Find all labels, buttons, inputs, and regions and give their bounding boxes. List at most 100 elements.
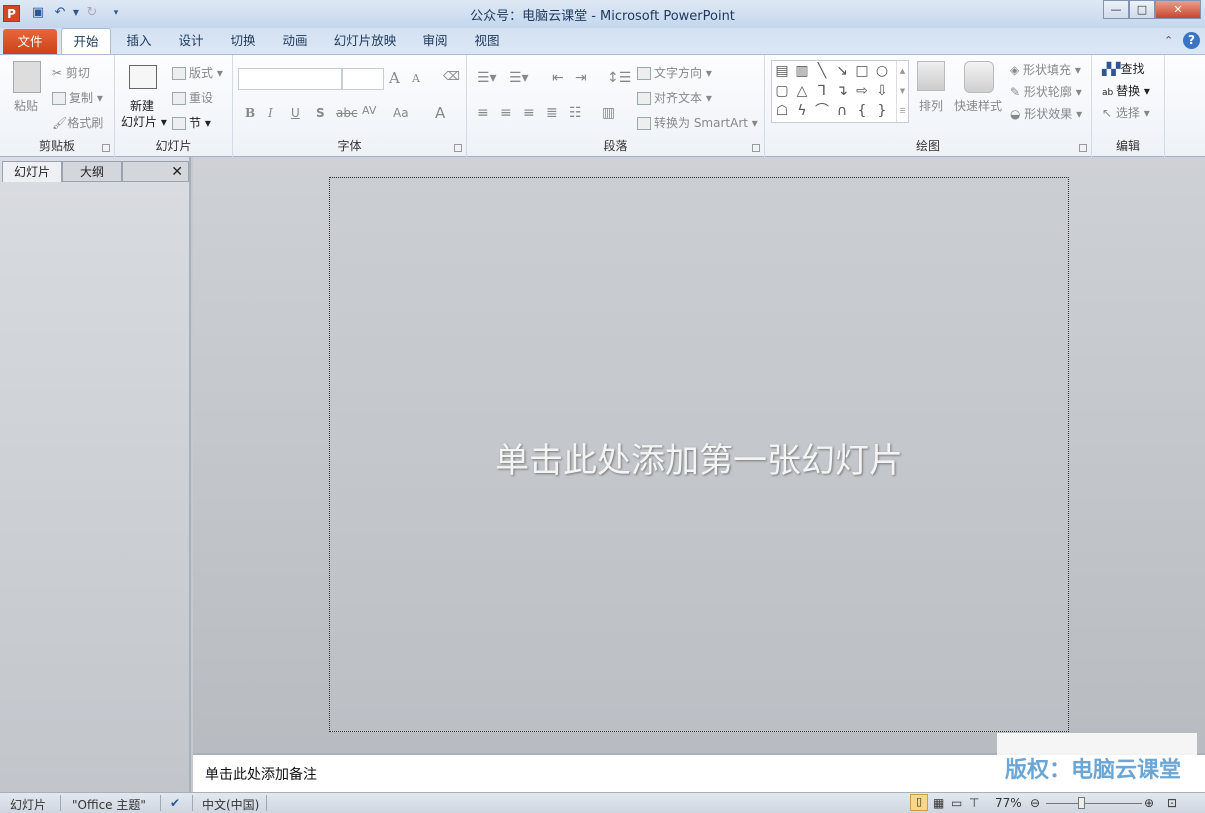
dialog-launcher-icon[interactable]: [102, 144, 110, 152]
find-button[interactable]: ▞▞查找: [1102, 60, 1144, 77]
paste-button[interactable]: 粘贴: [14, 97, 38, 114]
textbox-shape-icon[interactable]: ▤: [774, 63, 790, 79]
arrow-line-shape-icon[interactable]: ↘: [834, 63, 850, 79]
bold-button[interactable]: B: [245, 106, 255, 120]
maximize-button[interactable]: □: [1129, 0, 1155, 19]
reading-view-icon[interactable]: ▭: [951, 796, 962, 810]
columns-icon[interactable]: ▥: [602, 105, 615, 121]
layout-button[interactable]: 版式 ▾: [172, 64, 223, 81]
shape-effects-button[interactable]: ◒ 形状效果 ▾: [1010, 105, 1082, 122]
tab-design[interactable]: 设计: [170, 28, 212, 55]
font-size-combo[interactable]: [342, 68, 384, 90]
slide-title-placeholder[interactable]: 单击此处添加第一张幻灯片: [330, 433, 1068, 482]
normal-view-icon[interactable]: ▯: [910, 794, 928, 811]
collapse-ribbon-icon[interactable]: ⌃: [1164, 34, 1173, 47]
right-arrow-shape-icon[interactable]: ⇨: [854, 83, 870, 99]
zoom-level[interactable]: 77%: [995, 796, 1022, 810]
tab-transitions[interactable]: 切换: [222, 28, 264, 55]
tab-file[interactable]: 文件: [3, 29, 57, 55]
zoom-slider-thumb[interactable]: [1077, 797, 1085, 809]
shape-fill-button[interactable]: ◈ 形状填充 ▾: [1010, 61, 1081, 78]
align-right-icon[interactable]: ≡: [523, 105, 535, 121]
close-panel-button[interactable]: ✕: [122, 161, 189, 182]
select-button[interactable]: ↖ 选择 ▾: [1102, 104, 1150, 121]
align-left-icon[interactable]: ≡: [477, 105, 489, 121]
rectangle-shape-icon[interactable]: □: [854, 63, 870, 79]
tab-review[interactable]: 审阅: [414, 28, 456, 55]
fit-to-window-icon[interactable]: ⊡: [1167, 796, 1177, 810]
tab-animations[interactable]: 动画: [274, 28, 316, 55]
slideshow-icon[interactable]: ⊤: [969, 796, 979, 810]
notes-placeholder[interactable]: 单击此处添加备注: [205, 764, 317, 784]
distribute-icon[interactable]: ☷: [569, 105, 582, 121]
scribble-shape-icon[interactable]: ϟ: [794, 103, 810, 119]
line-shape-icon[interactable]: ╲: [814, 63, 830, 79]
slide-sorter-icon[interactable]: ▦: [933, 796, 944, 810]
tab-insert[interactable]: 插入: [118, 28, 160, 55]
triangle-shape-icon[interactable]: △: [794, 83, 810, 99]
vertical-textbox-shape-icon[interactable]: ▥: [794, 63, 810, 79]
tab-slideshow[interactable]: 幻灯片放映: [328, 28, 402, 55]
align-text-button[interactable]: 对齐文本 ▾: [637, 89, 712, 106]
font-color-button[interactable]: A: [435, 104, 445, 122]
italic-button[interactable]: I: [268, 106, 273, 120]
close-button[interactable]: ✕: [1155, 0, 1201, 19]
tab-slides[interactable]: 幻灯片: [2, 161, 62, 182]
new-slide-button[interactable]: 新建: [130, 97, 154, 114]
align-center-icon[interactable]: ≡: [500, 105, 512, 121]
increase-indent-icon[interactable]: ⇥: [575, 70, 587, 86]
tab-outline[interactable]: 大纲: [62, 161, 122, 182]
cut-button[interactable]: ✂ 剪切: [52, 64, 90, 81]
strikethrough-button[interactable]: abc: [336, 106, 358, 120]
dialog-launcher-icon[interactable]: [752, 144, 760, 152]
spellcheck-icon[interactable]: ✔: [170, 796, 180, 810]
arrange-button[interactable]: 排列: [919, 97, 943, 114]
bullets-icon[interactable]: ☰▾: [477, 70, 497, 86]
shrink-font-button[interactable]: A: [412, 72, 420, 85]
tab-home[interactable]: 开始: [61, 28, 111, 55]
left-brace-shape-icon[interactable]: {: [854, 103, 870, 119]
zoom-slider[interactable]: [1046, 803, 1142, 804]
replace-button[interactable]: ab 替换 ▾: [1102, 82, 1150, 99]
smartart-button[interactable]: 转换为 SmartArt ▾: [637, 114, 758, 131]
help-icon[interactable]: ?: [1183, 32, 1200, 49]
rounded-rect-shape-icon[interactable]: ▢: [774, 83, 790, 99]
status-theme[interactable]: "Office 主题": [72, 796, 146, 813]
new-slide-dropdown[interactable]: 幻灯片 ▾: [121, 113, 167, 130]
shapes-gallery[interactable]: ▤ ▥ ╲ ↘ □ ○ ▢ △ ⅂ ↴ ⇨ ⇩ ☖ ϟ ⌒ ∩ { } ▲ ▼ ☰: [771, 60, 909, 123]
decrease-indent-icon[interactable]: ⇤: [552, 70, 564, 86]
zoom-out-icon[interactable]: ⊖: [1030, 796, 1040, 810]
elbow-arrow-icon[interactable]: ↴: [834, 83, 850, 99]
quick-styles-button[interactable]: 快速样式: [954, 97, 1002, 114]
oval-shape-icon[interactable]: ○: [874, 63, 890, 79]
right-brace-shape-icon[interactable]: }: [874, 103, 890, 119]
curve-shape-icon[interactable]: ∩: [834, 103, 850, 119]
status-language[interactable]: 中文(中国): [202, 796, 259, 813]
text-direction-button[interactable]: 文字方向 ▾: [637, 64, 712, 81]
change-case-button[interactable]: Aa: [393, 106, 409, 120]
char-spacing-button[interactable]: AV: [362, 104, 376, 117]
zoom-in-icon[interactable]: ⊕: [1144, 796, 1154, 810]
freeform-shape-icon[interactable]: ☖: [774, 103, 790, 119]
shape-outline-button[interactable]: ✎ 形状轮廓 ▾: [1010, 83, 1082, 100]
gallery-scroll[interactable]: ▲ ▼ ☰: [896, 61, 908, 122]
reset-button[interactable]: 重设: [172, 89, 213, 106]
dialog-launcher-icon[interactable]: [454, 144, 462, 152]
down-arrow-shape-icon[interactable]: ⇩: [874, 83, 890, 99]
section-button[interactable]: 节 ▾: [172, 114, 211, 131]
justify-icon[interactable]: ≣: [546, 105, 558, 121]
clear-format-icon[interactable]: ⌫: [443, 69, 460, 83]
elbow-connector-icon[interactable]: ⅂: [814, 83, 830, 99]
font-name-combo[interactable]: [238, 68, 342, 90]
dialog-launcher-icon[interactable]: [1079, 144, 1087, 152]
tab-view[interactable]: 视图: [466, 28, 508, 55]
slide-canvas[interactable]: 单击此处添加第一张幻灯片: [329, 177, 1069, 732]
minimize-button[interactable]: —: [1103, 0, 1129, 19]
numbering-icon[interactable]: ☰▾: [509, 70, 529, 86]
shadow-button[interactable]: S: [316, 106, 325, 120]
grow-font-button[interactable]: A: [389, 69, 400, 87]
format-painter-button[interactable]: 🖌格式刷: [52, 114, 103, 131]
copy-button[interactable]: 复制 ▾: [52, 89, 103, 106]
underline-button[interactable]: U: [291, 106, 300, 120]
line-spacing-icon[interactable]: ↕☰: [607, 70, 631, 86]
